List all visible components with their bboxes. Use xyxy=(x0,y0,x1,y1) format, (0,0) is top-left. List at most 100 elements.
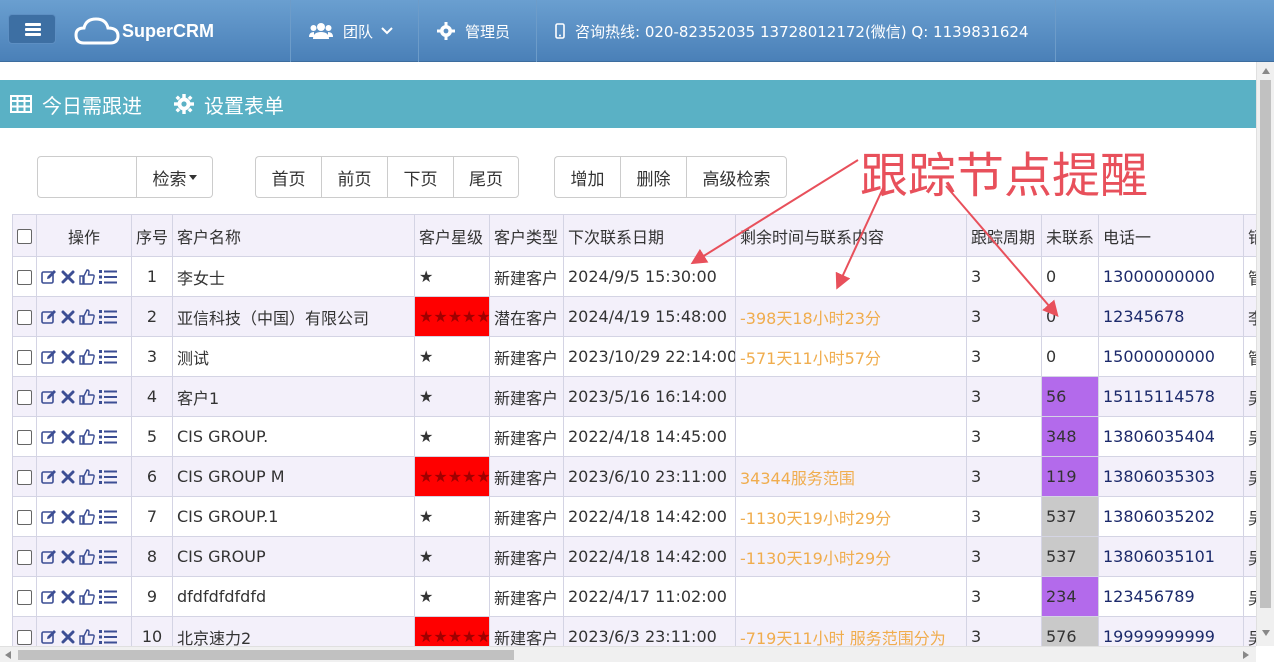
select-all-checkbox[interactable] xyxy=(17,229,32,244)
horizontal-scrollbar[interactable] xyxy=(0,646,1256,662)
edit-icon[interactable] xyxy=(41,509,57,525)
list-icon[interactable] xyxy=(99,589,117,605)
next-page-button[interactable]: 下页 xyxy=(387,156,453,198)
delete-icon[interactable] xyxy=(61,510,75,524)
row-checkbox[interactable] xyxy=(17,430,32,445)
table-row[interactable]: 2 亚信科技（中国）有限公司 ★★★★★ 潜在客户 2024/4/19 15:48:00… xyxy=(12,296,1256,337)
row-checkbox[interactable] xyxy=(17,270,32,285)
cell-name[interactable]: CIS GROUP.1 xyxy=(172,496,415,537)
row-select-cell[interactable] xyxy=(12,416,37,457)
list-icon[interactable] xyxy=(99,389,117,405)
list-icon[interactable] xyxy=(99,349,117,365)
header-seq[interactable]: 序号 xyxy=(131,214,173,257)
nav-team-dropdown[interactable]: 团队 xyxy=(290,0,418,62)
table-row[interactable]: 10 北京速力2 ★★★★★ 新建客户 2023/6/3 23:11:00 -719天11… xyxy=(12,616,1256,646)
table-row[interactable]: 1李女士★新建客户2024/9/5 15:30:00 3013000000000管 xyxy=(12,256,1256,297)
last-page-button[interactable]: 尾页 xyxy=(453,156,519,198)
row-checkbox[interactable] xyxy=(17,590,32,605)
header-star[interactable]: 客户星级 xyxy=(414,214,490,257)
brand-logo[interactable]: SuperCRM xyxy=(74,14,214,48)
header-cycle[interactable]: 跟踪周期 xyxy=(966,214,1042,257)
thumbs-up-icon[interactable] xyxy=(79,468,95,485)
row-select-cell[interactable] xyxy=(12,576,37,617)
cell-name[interactable]: 测试 xyxy=(172,336,415,377)
advanced-search-button[interactable]: 高级检索 xyxy=(686,156,787,198)
table-row[interactable]: 4 客户1 ★ 新建客户 2023/5/16 16:14:00 3 56 1511511457… xyxy=(12,376,1256,417)
delete-icon[interactable] xyxy=(61,390,75,404)
delete-icon[interactable] xyxy=(61,430,75,444)
cell-name[interactable]: CIS GROUP xyxy=(172,536,415,577)
cell-name[interactable]: dfdfdfdfdfd xyxy=(172,576,415,617)
table-row[interactable]: 9 dfdfdfdfdfd ★ 新建客户 2022/4/17 11:02:00 3 234 1… xyxy=(12,576,1256,617)
edit-icon[interactable] xyxy=(41,429,57,445)
edit-icon[interactable] xyxy=(41,629,57,645)
cell-name[interactable]: 亚信科技（中国）有限公司 xyxy=(172,296,415,337)
tab-today-followup[interactable]: 今日需跟进 xyxy=(10,90,142,119)
row-select-cell[interactable] xyxy=(12,536,37,577)
edit-icon[interactable] xyxy=(41,469,57,485)
header-name[interactable]: 客户名称 xyxy=(172,214,415,257)
search-dropdown-button[interactable]: 检索 xyxy=(137,156,213,198)
thumbs-up-icon[interactable] xyxy=(79,508,95,525)
nav-admin[interactable]: 管理员 xyxy=(418,0,536,62)
row-checkbox[interactable] xyxy=(17,470,32,485)
list-icon[interactable] xyxy=(99,629,117,645)
delete-icon[interactable] xyxy=(61,550,75,564)
table-row[interactable]: 8 CIS GROUP ★ 新建客户 2022/4/18 14:42:00 -1130天1… xyxy=(12,536,1256,577)
row-checkbox[interactable] xyxy=(17,310,32,325)
row-checkbox[interactable] xyxy=(17,630,32,645)
header-extra[interactable]: 销 xyxy=(1243,214,1256,257)
list-icon[interactable] xyxy=(99,549,117,565)
thumbs-up-icon[interactable] xyxy=(79,268,95,285)
delete-icon[interactable] xyxy=(61,310,75,324)
thumbs-up-icon[interactable] xyxy=(79,588,95,605)
scroll-down-arrow-icon[interactable] xyxy=(1262,630,1270,636)
list-icon[interactable] xyxy=(99,509,117,525)
vertical-scroll-thumb[interactable] xyxy=(1260,80,1271,608)
list-icon[interactable] xyxy=(99,469,117,485)
thumbs-up-icon[interactable] xyxy=(79,388,95,405)
edit-icon[interactable] xyxy=(41,589,57,605)
delete-icon[interactable] xyxy=(61,630,75,644)
list-icon[interactable] xyxy=(99,309,117,325)
list-icon[interactable] xyxy=(99,429,117,445)
first-page-button[interactable]: 首页 xyxy=(255,156,321,198)
cell-name[interactable]: CIS GROUP. xyxy=(172,416,415,457)
delete-icon[interactable] xyxy=(61,350,75,364)
cell-name[interactable]: 北京速力2 xyxy=(172,616,415,646)
delete-icon[interactable] xyxy=(61,470,75,484)
row-checkbox[interactable] xyxy=(17,550,32,565)
list-icon[interactable] xyxy=(99,269,117,285)
delete-icon[interactable] xyxy=(61,270,75,284)
edit-icon[interactable] xyxy=(41,549,57,565)
scroll-right-arrow-icon[interactable] xyxy=(1243,651,1249,659)
thumbs-up-icon[interactable] xyxy=(79,308,95,325)
scroll-left-arrow-icon[interactable] xyxy=(5,651,11,659)
menu-toggle-button[interactable] xyxy=(8,14,56,44)
cell-name[interactable]: CIS GROUP M xyxy=(172,456,415,497)
delete-button[interactable]: 删除 xyxy=(620,156,686,198)
thumbs-up-icon[interactable] xyxy=(79,548,95,565)
delete-icon[interactable] xyxy=(61,590,75,604)
row-select-cell[interactable] xyxy=(12,296,37,337)
table-row[interactable]: 3 测试 ★ 新建客户 2023/10/29 22:14:00 -571天11小时57分 3… xyxy=(12,336,1256,377)
table-row[interactable]: 5 CIS GROUP. ★ 新建客户 2022/4/18 14:45:00 3 348 13… xyxy=(12,416,1256,457)
row-checkbox[interactable] xyxy=(17,350,32,365)
thumbs-up-icon[interactable] xyxy=(79,628,95,645)
horizontal-scroll-thumb[interactable] xyxy=(18,650,514,660)
header-next-date[interactable]: 下次联系日期 xyxy=(563,214,736,257)
table-row[interactable]: 7 CIS GROUP.1 ★ 新建客户 2022/4/18 14:42:00 -1130… xyxy=(12,496,1256,537)
header-phone[interactable]: 电话一 xyxy=(1098,214,1244,257)
header-nocontact[interactable]: 未联系 xyxy=(1041,214,1099,257)
edit-icon[interactable] xyxy=(41,269,57,285)
row-select-cell[interactable] xyxy=(12,496,37,537)
edit-icon[interactable] xyxy=(41,389,57,405)
row-checkbox[interactable] xyxy=(17,510,32,525)
prev-page-button[interactable]: 前页 xyxy=(321,156,387,198)
edit-icon[interactable] xyxy=(41,309,57,325)
row-select-cell[interactable] xyxy=(12,456,37,497)
thumbs-up-icon[interactable] xyxy=(79,348,95,365)
header-type[interactable]: 客户类型 xyxy=(489,214,564,257)
vertical-scrollbar[interactable] xyxy=(1256,62,1274,646)
row-select-cell[interactable] xyxy=(12,616,37,646)
